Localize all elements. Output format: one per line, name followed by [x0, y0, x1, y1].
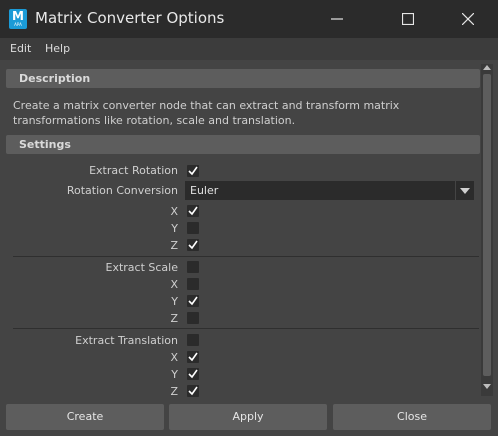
extract-rotation-label: Extract Rotation	[89, 164, 178, 177]
translation-z-label: Z	[170, 385, 178, 398]
close-button[interactable]: Close	[333, 404, 491, 430]
scale-y-checkbox[interactable]	[187, 295, 199, 307]
rotation-x-label: X	[170, 205, 178, 218]
rotation-conversion-label: Rotation Conversion	[66, 184, 178, 197]
scale-x-label: X	[170, 278, 178, 291]
description-text: Create a matrix converter node that can …	[13, 99, 400, 127]
translation-y-label: Y	[171, 368, 178, 381]
menu-bar: Edit Help	[0, 38, 498, 60]
scroll-thumb[interactable]	[483, 74, 491, 376]
rotation-z-label: Z	[170, 239, 178, 252]
window-title: Matrix Converter Options	[35, 9, 225, 27]
rotation-z-checkbox[interactable]	[187, 239, 199, 251]
close-window-button[interactable]	[445, 0, 491, 38]
divider	[13, 328, 479, 329]
extract-translation-label: Extract Translation	[75, 334, 178, 347]
scale-x-checkbox[interactable]	[187, 278, 199, 290]
checkmark-icon	[188, 386, 198, 396]
extract-translation-checkbox[interactable]	[187, 334, 199, 346]
rotation-conversion-select[interactable]: Euler	[185, 181, 474, 200]
divider	[13, 256, 479, 257]
maya-app-icon: M APA	[9, 9, 27, 29]
scroll-up-icon[interactable]	[483, 64, 491, 70]
translation-z-checkbox[interactable]	[187, 385, 199, 397]
close-icon	[462, 13, 474, 25]
description-section-header[interactable]: Description	[6, 69, 480, 88]
checkmark-icon	[188, 166, 198, 176]
vertical-scrollbar[interactable]	[481, 64, 493, 396]
maximize-icon	[402, 13, 414, 25]
app-icon-letter: M	[12, 9, 24, 23]
settings-header-label: Settings	[19, 138, 71, 151]
checkmark-icon	[188, 296, 198, 306]
options-panel: Description Create a matrix converter no…	[6, 64, 480, 400]
checkmark-icon	[188, 369, 198, 379]
dropdown-arrow[interactable]	[455, 181, 474, 200]
title-bar: M APA Matrix Converter Options	[0, 0, 498, 38]
minimize-icon	[331, 18, 343, 20]
scale-y-label: Y	[171, 295, 178, 308]
scroll-down-icon[interactable]	[483, 384, 491, 390]
create-button[interactable]: Create	[6, 404, 164, 430]
rotation-x-checkbox[interactable]	[187, 205, 199, 217]
rotation-conversion-value: Euler	[190, 184, 219, 197]
menu-help[interactable]: Help	[45, 42, 70, 55]
rotation-y-checkbox[interactable]	[187, 222, 199, 234]
apply-button[interactable]: Apply	[169, 404, 327, 430]
checkmark-icon	[188, 240, 198, 250]
scale-z-label: Z	[170, 312, 178, 325]
menu-edit[interactable]: Edit	[10, 42, 31, 55]
extract-scale-checkbox[interactable]	[187, 261, 199, 273]
minimize-button[interactable]	[314, 0, 360, 38]
maximize-button[interactable]	[385, 0, 431, 38]
chevron-down-icon	[460, 188, 470, 194]
checkmark-icon	[188, 206, 198, 216]
extract-rotation-checkbox[interactable]	[187, 165, 199, 177]
translation-x-checkbox[interactable]	[187, 351, 199, 363]
translation-y-checkbox[interactable]	[187, 368, 199, 380]
extract-scale-label: Extract Scale	[105, 261, 179, 274]
app-icon-sub: APA	[14, 22, 22, 27]
description-header-label: Description	[19, 72, 91, 85]
rotation-y-label: Y	[171, 222, 178, 235]
translation-x-label: X	[170, 351, 178, 364]
scale-z-checkbox[interactable]	[187, 312, 199, 324]
checkmark-icon	[188, 352, 198, 362]
settings-section-header[interactable]: Settings	[6, 135, 480, 154]
